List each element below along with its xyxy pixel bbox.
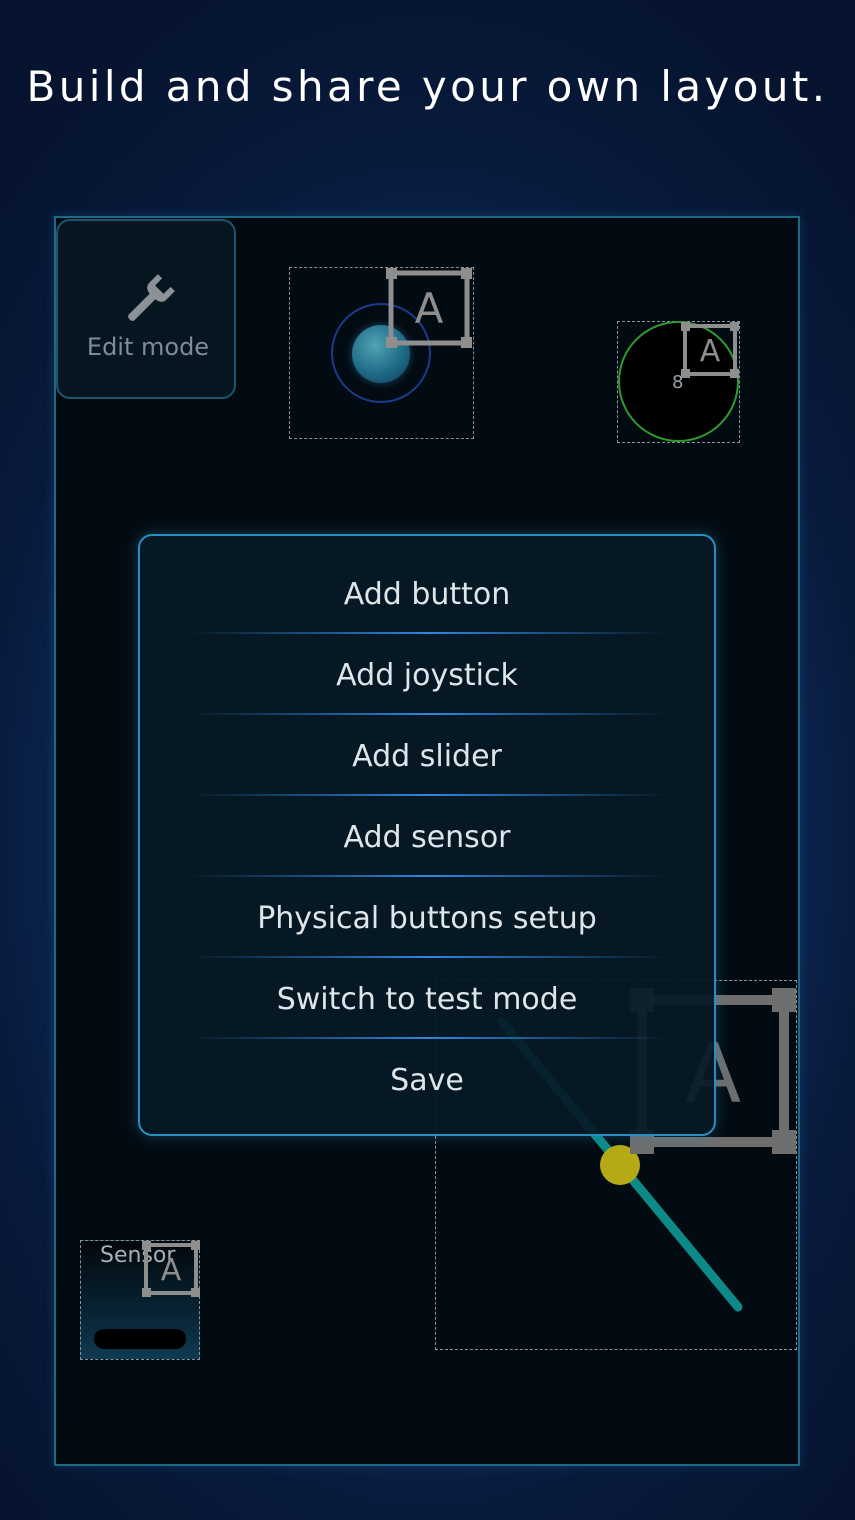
menu-divider — [190, 1037, 668, 1039]
edit-mode-button[interactable]: Edit mode — [56, 219, 236, 399]
menu-item-save[interactable]: Save — [140, 1040, 714, 1121]
menu-item-add-joystick[interactable]: Add joystick — [140, 635, 714, 716]
headline: Build and share your own layout. — [26, 62, 829, 111]
menu-item-add-sensor[interactable]: Add sensor — [140, 797, 714, 878]
menu-divider — [190, 875, 668, 877]
sensor-edit-tag-icon[interactable]: A — [141, 1240, 201, 1298]
menu-item-physical-buttons-setup[interactable]: Physical buttons setup — [140, 878, 714, 959]
menu-divider — [190, 632, 668, 634]
button-tag-letter: A — [700, 334, 721, 369]
sensor-level-bar — [94, 1329, 186, 1349]
joystick-edit-tag-icon[interactable]: A — [385, 267, 473, 349]
edit-context-menu: Add button Add joystick Add slider Add s… — [138, 534, 716, 1136]
menu-divider — [190, 713, 668, 715]
button-edit-tag-icon[interactable]: A — [680, 321, 740, 379]
menu-divider — [190, 794, 668, 796]
menu-item-add-slider[interactable]: Add slider — [140, 716, 714, 797]
edit-mode-label: Edit mode — [86, 333, 210, 361]
joystick-tag-letter: A — [415, 284, 444, 333]
menu-divider — [190, 956, 668, 958]
menu-item-add-button[interactable]: Add button — [140, 554, 714, 635]
wrench-icon — [128, 274, 175, 321]
menu-item-switch-to-test-mode[interactable]: Switch to test mode — [140, 959, 714, 1040]
sensor-tag-letter: A — [161, 1253, 182, 1288]
